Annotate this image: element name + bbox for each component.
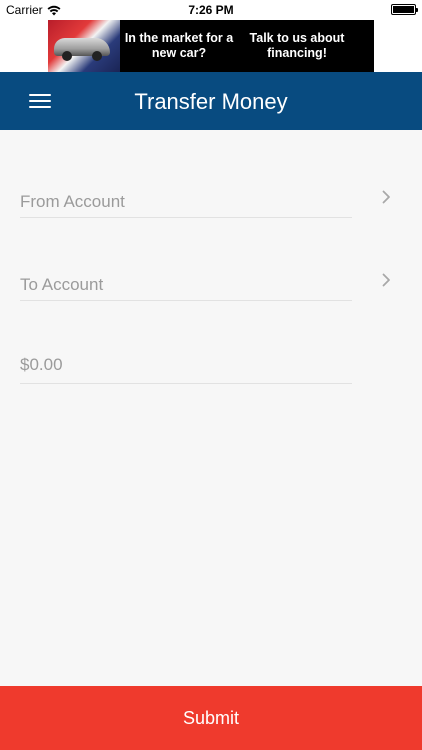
chevron-right-icon[interactable] [382, 273, 391, 287]
submit-button[interactable]: Submit [0, 686, 422, 750]
page-title: Transfer Money [134, 89, 288, 114]
ad-car-image [48, 20, 120, 72]
battery-icon [391, 4, 418, 15]
from-account-label: From Account [20, 192, 125, 211]
chevron-right-icon[interactable] [382, 190, 391, 204]
from-account-selector[interactable]: From Account [20, 166, 352, 218]
to-account-label: To Account [20, 275, 104, 294]
car-icon [54, 38, 110, 61]
to-account-selector[interactable]: To Account [20, 249, 352, 301]
ad-banner-area: In the market for a new car? Talk to us … [0, 20, 422, 72]
ad-text-cta: Talk to us about financing! [249, 31, 345, 60]
ad-text-headline: In the market for a new car? [124, 31, 234, 60]
status-bar: Carrier 7:26 PM [0, 0, 422, 20]
amount-field[interactable] [20, 332, 352, 384]
status-time: 7:26 PM [188, 3, 234, 17]
amount-input[interactable] [20, 352, 352, 378]
navigation-bar: Transfer Money [0, 72, 422, 130]
ad-banner[interactable]: In the market for a new car? Talk to us … [48, 20, 374, 72]
status-right [391, 4, 418, 15]
